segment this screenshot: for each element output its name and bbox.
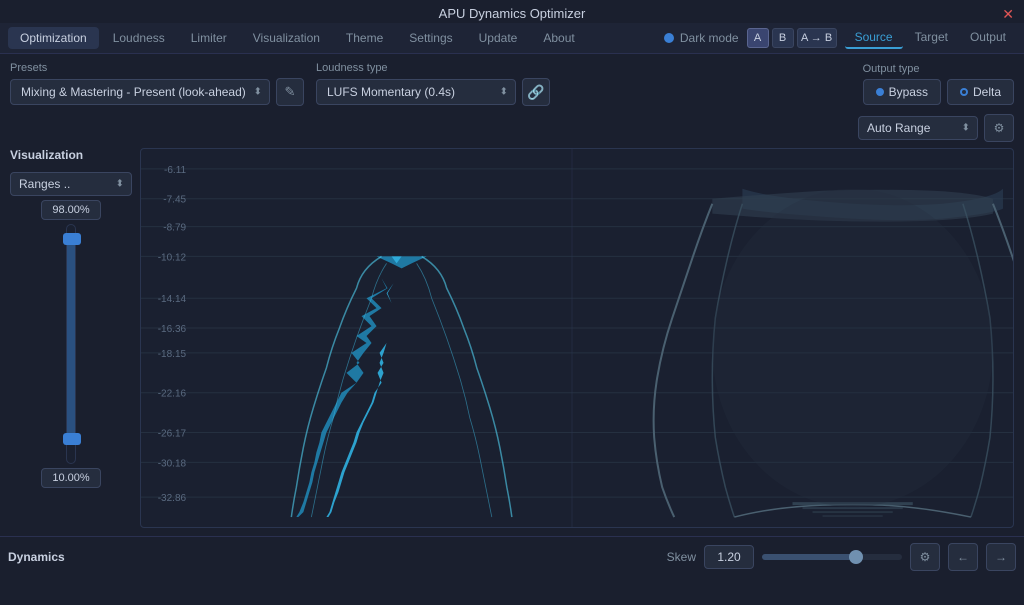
skew-slider-thumb[interactable]: [849, 550, 863, 564]
bypass-dot: [876, 88, 884, 96]
svg-text:-22.16: -22.16: [158, 389, 187, 400]
app-title: APU Dynamics Optimizer: [439, 6, 586, 21]
range-select-wrapper: Auto Range: [858, 116, 978, 140]
tab-about[interactable]: About: [531, 27, 586, 49]
svg-text:-8.79: -8.79: [163, 223, 186, 234]
ab-button[interactable]: A → B: [797, 28, 837, 48]
dynamics-forward-button[interactable]: →: [986, 543, 1016, 571]
skew-value: 1.20: [704, 545, 754, 569]
tab-optimization[interactable]: Optimization: [8, 27, 99, 49]
presets-group: Presets Mixing & Mastering - Present (lo…: [10, 62, 304, 106]
chart-area: -6.11 -7.45 -8.79 -10.12 -14.14 -16.36 -…: [140, 148, 1014, 528]
second-row: Auto Range ⚙: [10, 114, 1014, 142]
dynamics-back-button[interactable]: ←: [948, 543, 978, 571]
loudness-label: Loudness type: [316, 62, 851, 74]
loudness-row: LUFS Momentary (0.4s) 🔗: [316, 78, 851, 106]
target-button[interactable]: Target: [905, 27, 958, 49]
range-settings-button[interactable]: ⚙: [984, 114, 1014, 142]
bypass-label: Bypass: [889, 85, 928, 99]
source-button[interactable]: Source: [845, 27, 903, 49]
skew-label: Skew: [667, 550, 696, 564]
source-target: Source Target Output: [845, 27, 1016, 49]
range-select[interactable]: Auto Range: [858, 116, 978, 140]
title-bar: APU Dynamics Optimizer ✕: [0, 0, 1024, 23]
svg-text:-32.86: -32.86: [158, 493, 187, 504]
presets-label: Presets: [10, 62, 304, 74]
delta-radio[interactable]: Delta: [947, 79, 1014, 105]
svg-text:-6.11: -6.11: [164, 165, 187, 176]
slider-container: 98.00% 10.00%: [10, 200, 132, 488]
output-group: Output type Bypass Delta: [863, 63, 1014, 105]
dark-mode-label: Dark mode: [680, 31, 739, 45]
close-button[interactable]: ✕: [1002, 6, 1014, 23]
delta-label: Delta: [973, 85, 1001, 99]
loudness-select-wrapper: LUFS Momentary (0.4s): [316, 79, 516, 105]
visualization-svg: -6.11 -7.45 -8.79 -10.12 -14.14 -16.36 -…: [141, 149, 1013, 527]
main-content: Presets Mixing & Mastering - Present (lo…: [0, 54, 1024, 536]
tab-settings[interactable]: Settings: [397, 27, 464, 49]
nav-bar: Optimization Loudness Limiter Visualizat…: [0, 23, 1024, 54]
dark-mode-toggle[interactable]: Dark mode: [664, 31, 739, 45]
tab-theme[interactable]: Theme: [334, 27, 395, 49]
ranges-select-wrapper: Ranges ..: [10, 172, 132, 196]
a-button[interactable]: A: [747, 28, 769, 48]
loudness-group: Loudness type LUFS Momentary (0.4s) 🔗: [316, 62, 851, 106]
tab-limiter[interactable]: Limiter: [179, 27, 239, 49]
vertical-slider[interactable]: [66, 224, 76, 464]
skew-slider-fill: [762, 554, 853, 560]
loudness-select[interactable]: LUFS Momentary (0.4s): [316, 79, 516, 105]
tab-update[interactable]: Update: [467, 27, 530, 49]
svg-text:-10.12: -10.12: [158, 252, 187, 263]
output-label: Output type: [863, 63, 1014, 75]
bottom-bar: Dynamics Skew 1.20 ⚙ ← →: [0, 536, 1024, 577]
left-panel: Visualization Ranges .. 98.00% 10.00%: [10, 148, 140, 528]
preset-row: Mixing & Mastering - Present (look-ahead…: [10, 78, 304, 106]
svg-text:-26.17: -26.17: [158, 429, 187, 440]
top-controls: Presets Mixing & Mastering - Present (lo…: [10, 62, 1014, 106]
slider-thumb-top[interactable]: [63, 233, 81, 245]
svg-text:-14.14: -14.14: [158, 294, 187, 305]
bottom-value-badge: 10.00%: [41, 468, 101, 488]
preset-select-wrapper: Mixing & Mastering - Present (look-ahead…: [10, 79, 270, 105]
nav-tabs: Optimization Loudness Limiter Visualizat…: [8, 27, 587, 49]
delta-dot: [960, 88, 968, 96]
output-button[interactable]: Output: [960, 27, 1016, 49]
slider-thumb-bottom[interactable]: [63, 433, 81, 445]
slider-fill: [67, 235, 75, 443]
visualization-label: Visualization: [10, 148, 132, 162]
dynamics-settings-button[interactable]: ⚙: [910, 543, 940, 571]
preset-edit-button[interactable]: ✎: [276, 78, 304, 106]
output-radio-row: Bypass Delta: [863, 79, 1014, 105]
visualization-section: Visualization Ranges .. 98.00% 10.00%: [10, 148, 1014, 528]
svg-text:-16.36: -16.36: [158, 324, 187, 335]
nav-right: Dark mode A B A → B Source Target Output: [664, 27, 1016, 49]
svg-text:-18.15: -18.15: [158, 349, 187, 360]
svg-text:-7.45: -7.45: [163, 195, 186, 206]
tab-visualization[interactable]: Visualization: [241, 27, 332, 49]
dark-mode-dot: [664, 33, 674, 43]
preset-select[interactable]: Mixing & Mastering - Present (look-ahead…: [10, 79, 270, 105]
ab-buttons: A B A → B: [747, 28, 837, 48]
link-button[interactable]: 🔗: [522, 78, 550, 106]
dynamics-label: Dynamics: [8, 550, 65, 564]
bypass-radio[interactable]: Bypass: [863, 79, 941, 105]
tab-loudness[interactable]: Loudness: [101, 27, 177, 49]
ranges-dropdown[interactable]: Ranges ..: [10, 172, 132, 196]
skew-slider[interactable]: [762, 554, 902, 560]
svg-text:-30.18: -30.18: [158, 458, 187, 469]
b-button[interactable]: B: [772, 28, 794, 48]
top-value-badge: 98.00%: [41, 200, 101, 220]
